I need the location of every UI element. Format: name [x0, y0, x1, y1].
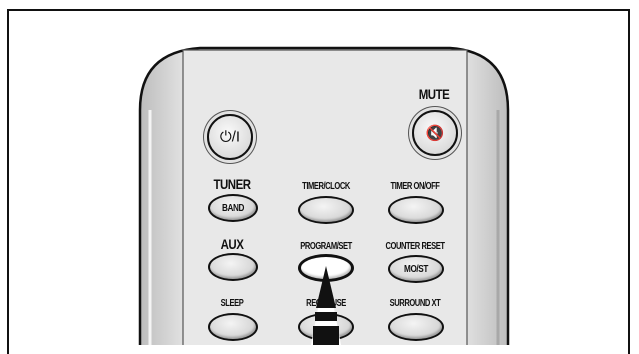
arrow-pointer-icon — [311, 266, 341, 345]
